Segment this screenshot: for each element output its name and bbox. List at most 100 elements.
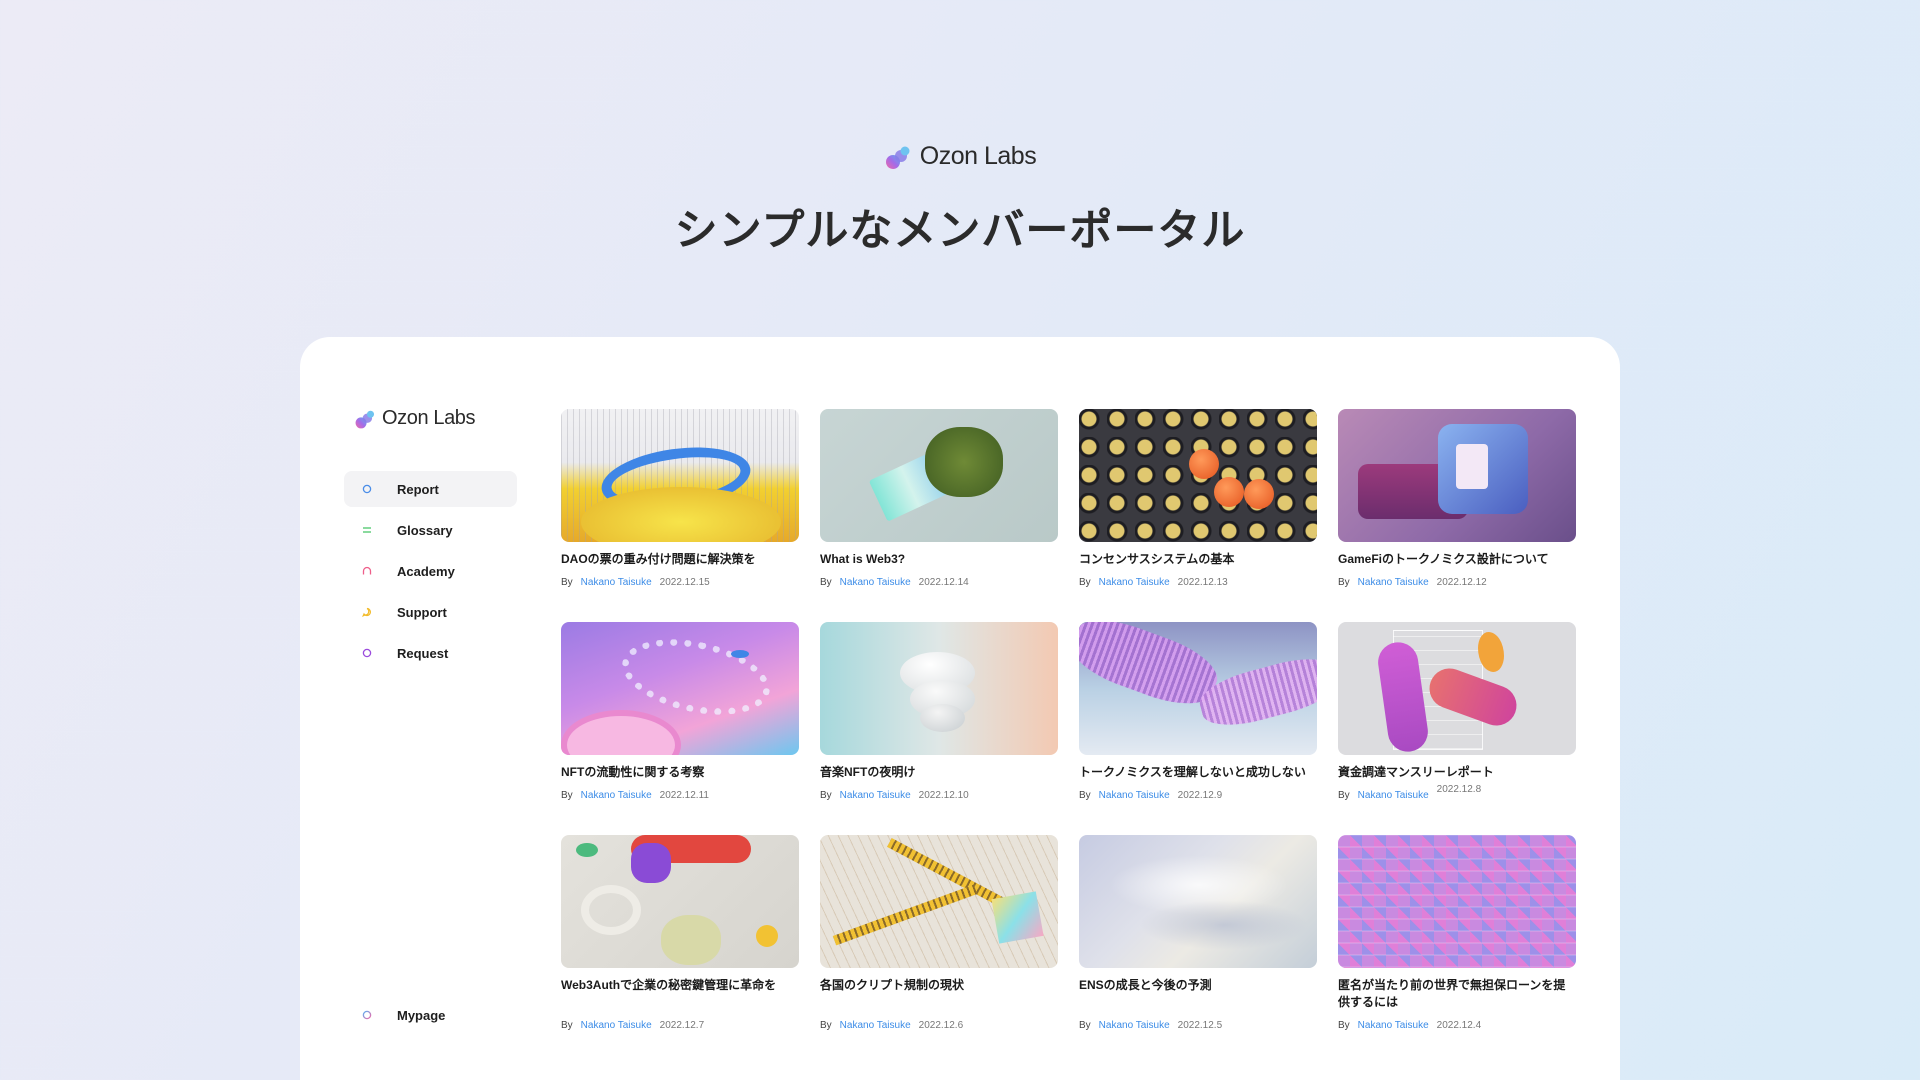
article-thumbnail[interactable]: [1338, 622, 1576, 755]
sidebar-item-mypage[interactable]: Mypage: [344, 997, 517, 1033]
article-meta: By Nakano Taisuke 2022.12.6: [820, 1020, 1058, 1031]
article-date: 2022.12.5: [1177, 1020, 1223, 1031]
article-thumbnail[interactable]: [1338, 409, 1576, 542]
circle-icon: [362, 484, 372, 494]
article-card[interactable]: コンセンサスシステムの基本 By Nakano Taisuke 2022.12.…: [1079, 409, 1317, 588]
article-author-link[interactable]: Nakano Taisuke: [1099, 790, 1170, 801]
sidebar-item-report[interactable]: Report: [344, 471, 517, 507]
article-title[interactable]: GameFiのトークノミクス設計について: [1338, 551, 1576, 568]
article-meta: By Nakano Taisuke 2022.12.10: [820, 790, 1058, 801]
article-title[interactable]: ENSの成長と今後の予測: [1079, 977, 1317, 994]
article-date: 2022.12.13: [1177, 577, 1228, 588]
byline-prefix: By: [820, 1020, 832, 1031]
article-meta: By Nakano Taisuke 2022.12.4: [1338, 1020, 1576, 1031]
sidebar-item-label: Academy: [397, 563, 455, 579]
article-title[interactable]: 匿名が当たり前の世界で無担保ローンを提供するには: [1338, 977, 1576, 1011]
sidebar-item-support[interactable]: Support: [344, 594, 517, 630]
article-date: 2022.12.7: [659, 1020, 705, 1031]
article-title[interactable]: Web3Authで企業の秘密鍵管理に革命を: [561, 977, 799, 994]
byline-prefix: By: [820, 790, 832, 801]
ozon-logo-icon: [885, 146, 910, 169]
article-card[interactable]: Web3Authで企業の秘密鍵管理に革命を By Nakano Taisuke …: [561, 835, 799, 1031]
sidebar-item-label: Mypage: [397, 1007, 446, 1023]
article-thumbnail[interactable]: [820, 835, 1058, 968]
article-card[interactable]: GameFiのトークノミクス設計について By Nakano Taisuke 2…: [1338, 409, 1576, 588]
article-meta: By Nakano Taisuke 2022.12.8: [1338, 784, 1576, 801]
article-date: 2022.12.8: [1436, 784, 1482, 795]
article-title[interactable]: コンセンサスシステムの基本: [1079, 551, 1317, 568]
article-thumbnail[interactable]: [1079, 622, 1317, 755]
article-date: 2022.12.10: [918, 790, 969, 801]
sidebar-item-academy[interactable]: Academy: [344, 553, 517, 589]
byline-prefix: By: [561, 1020, 573, 1031]
article-card[interactable]: 各国のクリプト規制の現状 By Nakano Taisuke 2022.12.6: [820, 835, 1058, 1031]
article-author-link[interactable]: Nakano Taisuke: [840, 577, 911, 588]
article-author-link[interactable]: Nakano Taisuke: [1099, 1020, 1170, 1031]
article-card[interactable]: 匿名が当たり前の世界で無担保ローンを提供するには By Nakano Taisu…: [1338, 835, 1576, 1031]
article-thumbnail[interactable]: [1338, 835, 1576, 968]
article-meta: By Nakano Taisuke 2022.12.15: [561, 577, 799, 588]
article-thumbnail[interactable]: [1079, 835, 1317, 968]
sidebar-item-label: Support: [397, 604, 447, 620]
article-meta: By Nakano Taisuke 2022.12.5: [1079, 1020, 1317, 1031]
article-card[interactable]: What is Web3? By Nakano Taisuke 2022.12.…: [820, 409, 1058, 588]
sidebar-item-label: Report: [397, 481, 439, 497]
article-title[interactable]: 音楽NFTの夜明け: [820, 764, 1058, 781]
article-author-link[interactable]: Nakano Taisuke: [581, 1020, 652, 1031]
article-date: 2022.12.15: [659, 577, 710, 588]
sidebar-item-label: Glossary: [397, 522, 453, 538]
article-author-link[interactable]: Nakano Taisuke: [1099, 577, 1170, 588]
byline-prefix: By: [561, 790, 573, 801]
article-author-link[interactable]: Nakano Taisuke: [1358, 790, 1429, 801]
byline-prefix: By: [1079, 577, 1091, 588]
article-date: 2022.12.14: [918, 577, 969, 588]
article-meta: By Nakano Taisuke 2022.12.14: [820, 577, 1058, 588]
sidebar-item-glossary[interactable]: Glossary: [344, 512, 517, 548]
article-meta: By Nakano Taisuke 2022.12.13: [1079, 577, 1317, 588]
article-thumbnail[interactable]: [1079, 409, 1317, 542]
article-thumbnail[interactable]: [820, 409, 1058, 542]
sidebar-bottom: Mypage: [344, 997, 517, 1038]
article-author-link[interactable]: Nakano Taisuke: [840, 790, 911, 801]
article-title[interactable]: DAOの票の重み付け問題に解決策を: [561, 551, 799, 568]
hero-title: シンプルなメンバーポータル: [674, 207, 1246, 255]
chat-icon: [362, 607, 371, 617]
article-author-link[interactable]: Nakano Taisuke: [840, 1020, 911, 1031]
byline-prefix: By: [1079, 790, 1091, 801]
article-author-link[interactable]: Nakano Taisuke: [1358, 1020, 1429, 1031]
article-title[interactable]: トークノミクスを理解しないと成功しない: [1079, 764, 1317, 781]
article-card[interactable]: NFTの流動性に関する考察 By Nakano Taisuke 2022.12.…: [561, 622, 799, 801]
sidebar-item-request[interactable]: Request: [344, 635, 517, 671]
article-author-link[interactable]: Nakano Taisuke: [581, 790, 652, 801]
article-thumbnail[interactable]: [561, 835, 799, 968]
article-card[interactable]: 資金調達マンスリーレポート By Nakano Taisuke 2022.12.…: [1338, 622, 1576, 801]
article-author-link[interactable]: Nakano Taisuke: [1358, 577, 1429, 588]
byline-prefix: By: [1338, 790, 1350, 801]
article-meta: By Nakano Taisuke 2022.12.7: [561, 1020, 799, 1031]
hero-brand: Ozon Labs: [919, 142, 1037, 170]
arch-icon: [362, 566, 372, 575]
article-title[interactable]: 各国のクリプト規制の現状: [820, 977, 1058, 994]
article-thumbnail[interactable]: [820, 622, 1058, 755]
article-card[interactable]: DAOの票の重み付け問題に解決策を By Nakano Taisuke 2022…: [561, 409, 799, 588]
byline-prefix: By: [561, 577, 573, 588]
sidebar-logo[interactable]: Ozon Labs: [354, 407, 476, 430]
article-card[interactable]: 音楽NFTの夜明け By Nakano Taisuke 2022.12.10: [820, 622, 1058, 801]
article-date: 2022.12.6: [918, 1020, 964, 1031]
byline-prefix: By: [1338, 577, 1350, 588]
article-meta: By Nakano Taisuke 2022.12.11: [561, 790, 799, 801]
article-title[interactable]: 資金調達マンスリーレポート: [1338, 764, 1576, 781]
article-date: 2022.12.12: [1436, 577, 1487, 588]
article-thumbnail[interactable]: [561, 622, 799, 755]
gradient-ring-icon: [362, 1010, 372, 1020]
article-card[interactable]: ENSの成長と今後の予測 By Nakano Taisuke 2022.12.5: [1079, 835, 1317, 1031]
article-meta: By Nakano Taisuke 2022.12.12: [1338, 577, 1576, 588]
article-title[interactable]: What is Web3?: [820, 551, 1058, 568]
article-author-link[interactable]: Nakano Taisuke: [581, 577, 652, 588]
article-thumbnail[interactable]: [561, 409, 799, 542]
article-card[interactable]: トークノミクスを理解しないと成功しない By Nakano Taisuke 20…: [1079, 622, 1317, 801]
article-title[interactable]: NFTの流動性に関する考察: [561, 764, 799, 781]
hero-logo[interactable]: Ozon Labs: [0, 142, 1920, 171]
sidebar-nav: Report Glossary Academy Support Request: [344, 471, 517, 676]
sidebar-brand: Ozon Labs: [382, 407, 476, 429]
